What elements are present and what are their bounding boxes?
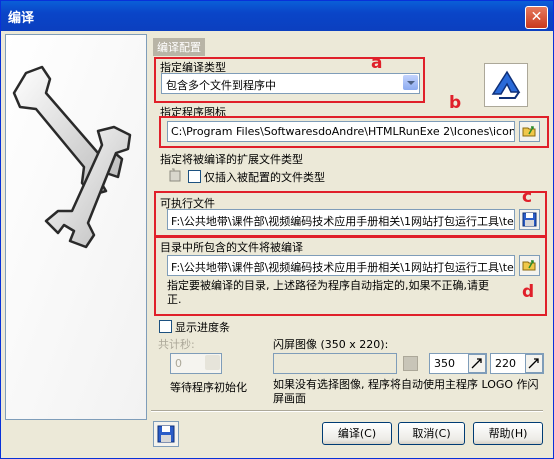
progress-checkbox[interactable] xyxy=(159,320,172,333)
directory-label: 目录中所包含的文件将被编译 xyxy=(160,241,303,254)
divider xyxy=(151,410,543,412)
title-bar: 编译 ✕ xyxy=(1,1,553,31)
help-button[interactable]: 帮助(H) xyxy=(473,422,543,445)
program-icon-path-text: C:\Program Files\SoftwaresdoAndre\HTMLRu… xyxy=(171,125,515,138)
left-image-panel xyxy=(5,34,147,420)
splash-height-input[interactable]: 220 xyxy=(490,353,544,374)
app-logo-icon xyxy=(491,70,521,99)
splash-width-input[interactable]: 350 xyxy=(429,353,487,374)
folder-open-icon xyxy=(522,260,536,271)
folder-open-icon xyxy=(522,126,536,137)
annotation-a: a xyxy=(371,53,383,73)
compile-type-select[interactable]: 包含多个文件到程序中 xyxy=(161,73,420,94)
floppy-disk-icon xyxy=(157,425,175,443)
chevron-down-icon[interactable] xyxy=(205,355,220,370)
floppy-disk-icon xyxy=(522,212,537,227)
spin-icon[interactable] xyxy=(525,354,543,373)
directory-path-text: F:\公共地带\课件部\视频编码技术应用手册相关\1网站打包运行工具\te xyxy=(171,261,514,274)
compile-dialog: 编译 ✕ 编译配置 指定编译类型 包含多个文件到程序中 a 指定程序图标 b C… xyxy=(0,0,554,459)
directory-path[interactable]: F:\公共地带\课件部\视频编码技术应用手册相关\1网站打包运行工具\te xyxy=(167,255,515,276)
annotation-c: c xyxy=(522,187,533,207)
program-icon-path[interactable]: C:\Program Files\SoftwaresdoAndre\HTMLRu… xyxy=(167,121,515,142)
spin-icon[interactable] xyxy=(468,354,486,373)
seconds-note: 等待程序初始化 xyxy=(170,381,247,394)
seconds-label: 共计秒: xyxy=(158,338,195,351)
browse-directory-button[interactable] xyxy=(519,255,540,276)
window-title: 编译 xyxy=(8,11,35,26)
splash-label: 闪屏图像 (350 x 220): xyxy=(273,338,389,351)
save-config-button[interactable] xyxy=(153,421,179,447)
directory-description: 指定要被编译的目录, 上述路径为程序自动指定的,如果不正确,请更正. xyxy=(167,279,489,306)
ext-types-checkbox[interactable] xyxy=(188,170,201,183)
compile-button[interactable]: 编译(C) xyxy=(322,422,392,445)
executable-path[interactable]: F:\公共地带\课件部\视频编码技术应用手册相关\1网站打包运行工具\te xyxy=(167,209,515,230)
splash-width-value: 350 xyxy=(434,357,455,370)
annotation-d: d xyxy=(522,282,535,302)
executable-path-text: F:\公共地带\课件部\视频编码技术应用手册相关\1网站打包运行工具\te xyxy=(171,215,514,228)
ext-types-checkbox-label: 仅插入被配置的文件类型 xyxy=(204,171,325,184)
chevron-down-icon[interactable] xyxy=(403,75,418,90)
annotation-b: b xyxy=(449,93,462,113)
save-exe-button[interactable] xyxy=(519,209,540,230)
wrench-illustration xyxy=(6,35,146,419)
splash-browse-button[interactable] xyxy=(403,356,418,371)
browse-icon-button[interactable] xyxy=(519,121,540,142)
ext-types-label: 指定将被编译的扩展文件类型 xyxy=(160,153,303,166)
progress-checkbox-label: 显示进度条 xyxy=(175,321,230,334)
ext-config-icon[interactable] xyxy=(167,167,183,183)
splash-height-value: 220 xyxy=(495,357,516,370)
compile-type-value: 包含多个文件到程序中 xyxy=(166,79,276,92)
seconds-value: 0 xyxy=(175,357,182,370)
section-header: 编译配置 xyxy=(153,38,205,56)
cancel-button[interactable]: 取消(C) xyxy=(398,422,465,445)
seconds-select[interactable]: 0 xyxy=(170,353,222,374)
puzzle-icon xyxy=(169,168,181,182)
splash-image-path[interactable] xyxy=(273,353,397,374)
splash-note: 如果没有选择图像, 程序将自动使用主程序 LOGO 作闪屏画面 xyxy=(273,378,539,405)
program-logo xyxy=(484,63,528,107)
close-button[interactable]: ✕ xyxy=(525,6,548,29)
